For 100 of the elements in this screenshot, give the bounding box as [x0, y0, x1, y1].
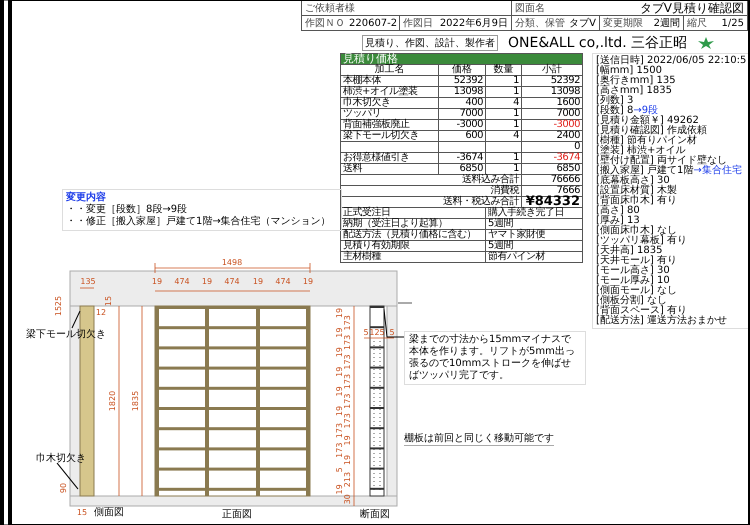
dimension-label: 173 [343, 354, 352, 370]
spec-line: [樹種] 節有りパイン材 [596, 136, 698, 146]
total-label: 送料込み合計 [340, 174, 522, 186]
column-header: 数量 [486, 64, 522, 76]
dimension-label: 474 [174, 277, 190, 286]
drawing-name-label: 図面名 [515, 2, 545, 15]
table-cell: 背面補強板廃止 [340, 120, 438, 130]
field-value: 2週間 [654, 17, 680, 30]
dimension-label: 12 [96, 308, 106, 317]
spec-line: [厚み] 13 [596, 216, 640, 226]
spec-line: [奥行きmm] 135 [596, 76, 677, 86]
table-cell: 1 [486, 86, 522, 98]
dimension-label: 90 [59, 482, 68, 494]
spec-line: [天井モール] 有り [596, 256, 678, 266]
dimension-label: 19 [335, 328, 344, 338]
field-label: 分類、保管 [515, 16, 565, 30]
table-cell: 1 [486, 108, 522, 120]
table-cell: 5週間 [486, 240, 582, 252]
spec-line: [見積り金額￥] 49262 [596, 116, 699, 126]
spec-line: [見積り確認図] 作成依頼 [596, 126, 708, 136]
dimension-label: 173 [343, 315, 352, 330]
table-cell: -3000 [438, 120, 486, 130]
table-cell: 52392 [522, 76, 582, 86]
table-cell: 巾木切欠き [340, 98, 438, 108]
spec-line: [高さmm] 1835 [596, 86, 673, 96]
dimension-label: 135 [80, 277, 96, 286]
table-cell: 梁下モール切欠き [340, 130, 438, 142]
change-note: ・・修正［搬入家屋］戸建て1階→集合住宅（マンション） [66, 216, 332, 228]
dimension-label: 19 [252, 277, 264, 286]
table-cell: 52392 [438, 76, 486, 86]
spec-line: [背面スペース] 有り [596, 306, 687, 316]
dimension-label: 173 [335, 422, 344, 438]
dimension-label: 19 [343, 454, 352, 466]
spec-line: [天井高] 1835 [596, 246, 662, 256]
spec-line: [列数] 3 [596, 96, 634, 106]
dimension-label: 19 [335, 484, 344, 494]
note-text: 梁までの寸法から15mmマイナスで本体を作ります。リフトが5mm出っ張るので10mmストロークを伸ばせばツッパリ完了です。 [404, 331, 586, 385]
dimension-label: 173 [335, 442, 344, 458]
dimension-label: 15 [54, 306, 63, 316]
table-cell: ツッパリ [340, 108, 438, 120]
spec-line: [背面床巾木] 有り [596, 196, 678, 206]
table-cell: 400 [438, 98, 486, 108]
table-cell: 納期（受注日より起算） [340, 218, 486, 230]
dimension-label: 474 [275, 277, 291, 286]
table-cell: 7000 [438, 108, 486, 120]
view-label: 断面図 [360, 509, 390, 520]
dimension-label: 25 [54, 296, 63, 306]
table-cell: 5週間 [486, 218, 582, 230]
field-label: 作図ＮＯ [305, 17, 345, 30]
spec-line: [塗装] 柿渋+オイル [596, 146, 686, 156]
change-note: ・・変更［段数］8段→9段 [66, 204, 188, 216]
spec-line: [モール高さ] 30 [596, 266, 671, 276]
client-label: ご依頼者様 [305, 2, 355, 15]
dimension-label: 19 [335, 347, 344, 358]
table-cell: -3674 [438, 152, 486, 164]
table-cell: -3000 [522, 120, 582, 130]
callout-label: 梁下モール切欠き [26, 329, 106, 340]
drawing-name: タブV見積り確認図 [640, 1, 744, 16]
shelf-note: 棚板は前回と同じく移動可能です [404, 431, 554, 446]
table-cell: -3674 [522, 152, 582, 164]
dimension-label: 19 [343, 435, 352, 446]
spec-line: [幅mm] 1500 [596, 66, 662, 76]
dimension-label: 19 [335, 386, 344, 396]
dimension-label: 213 [343, 472, 352, 488]
column-header: 価格 [438, 64, 486, 76]
spec-line: [底幕板高さ] 30 [596, 176, 670, 186]
dimension-label: 1820 [108, 390, 117, 412]
spec-line: [モール厚み] 10 [596, 276, 671, 286]
field-label: 縮尺 [687, 16, 707, 30]
dimension-label: 19 [202, 277, 212, 286]
field-value: 220607-2 [349, 18, 398, 28]
table-cell: 600 [438, 130, 486, 142]
total-label: 送料・税込み合計 [340, 196, 522, 208]
callout-label: 巾木切欠き [36, 453, 86, 464]
dimension-label: 1498 [222, 258, 242, 267]
spec-line: [側面床巾木] なし [596, 226, 678, 236]
table-cell: 6850 [522, 164, 582, 174]
spec-line: [送信日時] 2022/06/05 22:10:5 [596, 56, 748, 66]
dimension-label: 19 [152, 277, 162, 286]
table-cell: 正式受注日 [340, 208, 486, 218]
column-header: 小計 [522, 64, 582, 76]
dimension-label: 19 [335, 406, 344, 416]
table-cell: 配送方法（見積り価格に含む） [340, 230, 486, 240]
spec-line: [側面モール] なし [596, 286, 678, 296]
dimension-label: 5 [389, 328, 395, 337]
table-cell: 6850 [438, 164, 486, 174]
dimension-label: 5 [335, 467, 344, 472]
estimate-title: 見積り価格 [340, 54, 582, 64]
spec-line: [側板分割] なし [596, 296, 667, 306]
dimension-label: 15 [104, 296, 113, 306]
maker-name: ONE&ALL co,.ltd. 三谷正昭 [508, 34, 688, 52]
table-cell: 本棚本体 [340, 76, 438, 86]
field-label: 変更期限 [603, 16, 643, 30]
view-label: 正面図 [222, 509, 252, 520]
table-cell: 1600 [522, 98, 582, 108]
table-cell: 節有パイン材 [486, 252, 582, 262]
table-cell: 1 [486, 76, 522, 86]
spec-line: [ツッパリ幕板] 有り [596, 236, 688, 246]
table-cell: 送料 [340, 164, 438, 174]
field-label: 作図日 [403, 17, 433, 30]
